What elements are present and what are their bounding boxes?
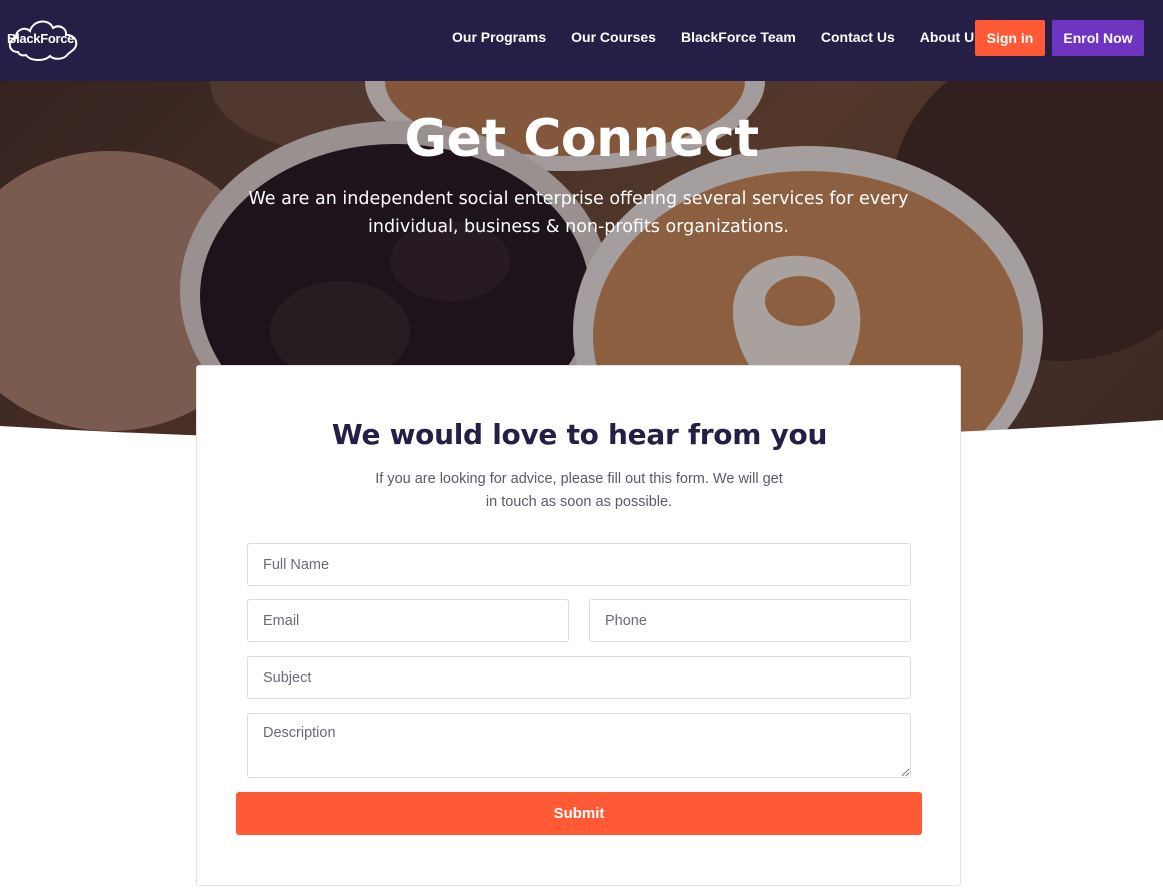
nav-link-our-programs[interactable]: Our Programs (452, 29, 546, 45)
sign-in-button[interactable]: Sign in (975, 20, 1045, 56)
logo[interactable]: BlackForce. (4, 14, 90, 62)
nav-links: Our Programs Our Courses BlackForce Team… (452, 29, 1007, 45)
nav-link-about-us[interactable]: About Us (920, 29, 982, 45)
form-subtitle: If you are looking for advice, please fi… (375, 471, 783, 510)
submit-button[interactable]: Submit (236, 792, 922, 835)
contact-form-card: We would love to hear from you If you ar… (196, 365, 961, 886)
nav-link-our-courses[interactable]: Our Courses (571, 29, 656, 45)
subject-input[interactable] (247, 656, 911, 699)
nav-link-contact-us[interactable]: Contact Us (821, 29, 895, 45)
hero-subtitle: We are an independent social enterprise … (248, 189, 909, 237)
nav-link-blackforce-team[interactable]: BlackForce Team (681, 29, 796, 45)
navbar: BlackForce. Our Programs Our Courses Bla… (0, 0, 1163, 81)
description-textarea[interactable] (247, 713, 911, 778)
phone-input[interactable] (589, 599, 911, 642)
form-title: We would love to hear from you (331, 418, 828, 451)
hero-title: Get Connect (404, 109, 759, 169)
enrol-now-button[interactable]: Enrol Now (1052, 20, 1144, 56)
logo-text: BlackForce. (7, 31, 78, 46)
email-input[interactable] (247, 599, 569, 642)
full-name-input[interactable] (247, 543, 911, 586)
